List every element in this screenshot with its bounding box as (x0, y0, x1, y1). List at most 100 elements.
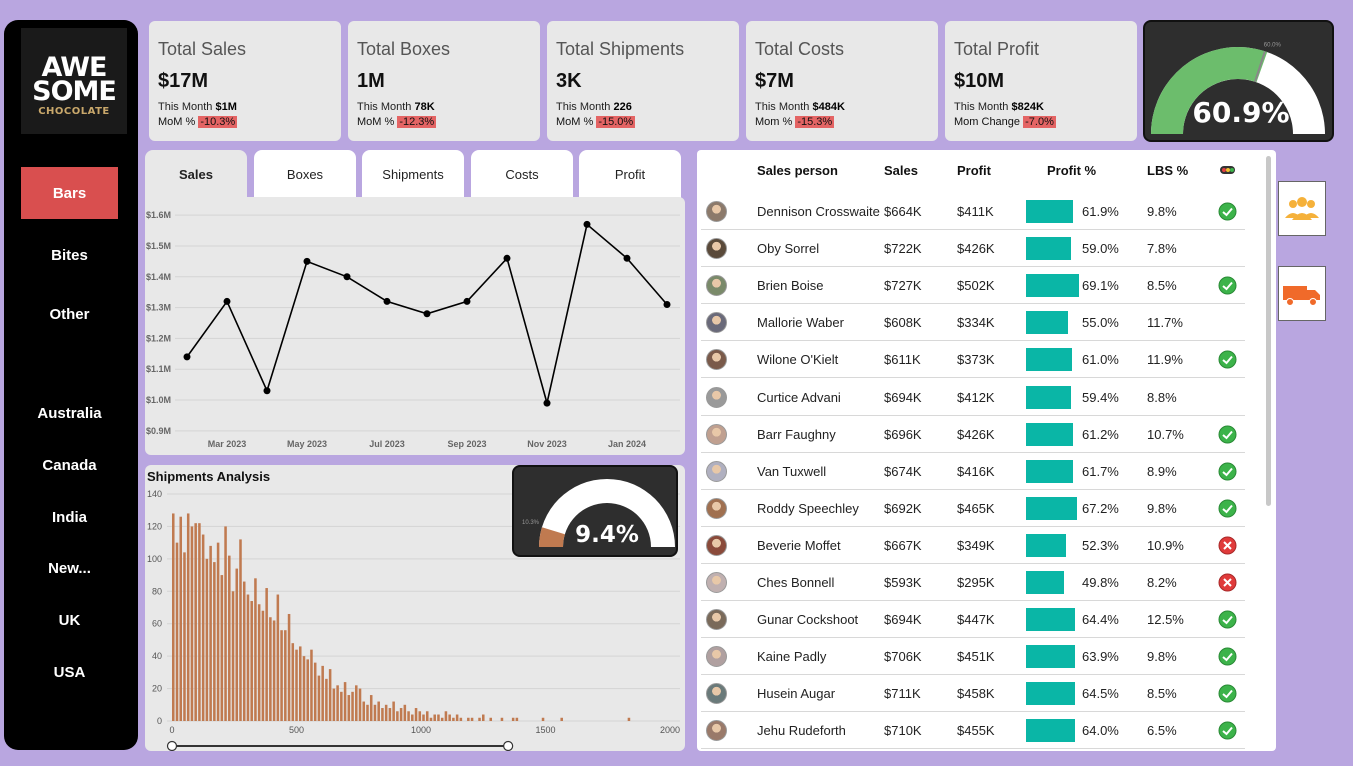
histogram-bar (261, 610, 265, 721)
profit-pct-value: 59.4% (1082, 389, 1119, 405)
x-tick-label: Jan 2024 (608, 439, 646, 449)
tab-costs[interactable]: Costs (471, 150, 573, 198)
sales-point (663, 301, 671, 309)
status-indicator (1218, 564, 1237, 601)
header-sales[interactable]: Sales (884, 150, 918, 190)
avatar (706, 460, 727, 482)
table-scrollbar[interactable] (1266, 156, 1271, 506)
histogram-bar (377, 701, 380, 721)
histogram-bar (414, 708, 418, 721)
histogram-bar (269, 617, 272, 721)
nav-new-zealand-button[interactable]: New... (21, 542, 118, 594)
histogram-bar (183, 552, 186, 721)
y-tick-label: $0.9M (146, 426, 171, 436)
table-row[interactable]: Ches Bonnell $593K $295K 49.8% 8.2% (697, 564, 1245, 601)
header-sales-person[interactable]: Sales person (757, 150, 838, 190)
table-row[interactable]: Roddy Speechley $692K $465K 67.2% 9.8% (697, 490, 1245, 527)
profit-pct-value: 61.7% (1082, 463, 1119, 479)
table-row[interactable]: Kaine Padly $706K $451K 63.9% 9.8% (697, 638, 1245, 676)
histogram-bar (396, 711, 399, 721)
table-row[interactable]: Curtice Advani $694K $412K 59.4% 8.8% (697, 379, 1245, 416)
histogram-bar (437, 714, 440, 721)
y-tick-label: 60 (152, 619, 162, 629)
table-row[interactable]: Oby Sorrel $722K $426K 59.0% 7.8% (697, 230, 1245, 268)
tab-boxes[interactable]: Boxes (254, 150, 356, 198)
header-lbs-pct[interactable]: LBS % (1147, 150, 1188, 190)
histogram-bar (216, 542, 220, 721)
tab-profit[interactable]: Profit (579, 150, 681, 198)
sales-point (423, 310, 431, 318)
table-row[interactable]: Beverie Moffet $667K $349K 52.3% 10.9% (697, 527, 1245, 564)
histogram-bar (298, 646, 302, 721)
nav-canada-button[interactable]: Canada (21, 439, 118, 491)
histogram-bar (224, 526, 227, 721)
profit-pct-value: 64.5% (1082, 686, 1119, 702)
histogram-bar (250, 601, 253, 721)
table-row[interactable]: Brien Boise $727K $502K 69.1% 8.5% (697, 267, 1245, 305)
truck-button[interactable] (1278, 266, 1326, 321)
histogram-bar (444, 711, 448, 721)
histogram-bar (194, 523, 197, 721)
nav-india-button[interactable]: India (21, 491, 118, 543)
sales-value: $706K (884, 649, 922, 665)
profit-value: $458K (957, 686, 995, 702)
kpi-change: MoM % -10.3% (158, 116, 341, 128)
table-row[interactable]: Gunar Cockshoot $694K $447K 64.4% 12.5% (697, 601, 1245, 639)
table-row[interactable]: Wilone O'Kielt $611K $373K 61.0% 11.9% (697, 341, 1245, 379)
histogram-bar (198, 523, 201, 721)
profit-pct-value: 67.2% (1082, 500, 1119, 516)
histogram-bar (295, 649, 298, 721)
histogram-bar (384, 704, 388, 721)
nav-other-button[interactable]: Other (21, 288, 118, 340)
header-status-icon (1220, 150, 1235, 190)
histogram-bar (411, 714, 414, 721)
people-button[interactable] (1278, 181, 1326, 236)
table-row[interactable]: Jehu Rudeforth $710K $455K 64.0% 6.5% (697, 712, 1245, 750)
table-row[interactable]: Husein Augar $711K $458K 64.5% 8.5% (697, 675, 1245, 713)
table-row[interactable]: Mallorie Waber $608K $334K 55.0% 11.7% (697, 304, 1245, 342)
status-indicator (1218, 416, 1237, 453)
x-tick-label: Mar 2023 (208, 439, 247, 449)
tab-shipments[interactable]: Shipments (362, 150, 464, 198)
sales-value: $667K (884, 537, 922, 553)
kpi-month: This Month 226 (556, 101, 739, 113)
range-slider-start-handle[interactable] (166, 740, 178, 751)
nav-usa-button[interactable]: USA (21, 646, 118, 698)
check-circle-icon (1218, 462, 1237, 481)
shipment-gauge: 10.3% 9.4% (512, 465, 678, 557)
histogram-bar (265, 588, 268, 721)
sales-person-name: Beverie Moffet (757, 537, 841, 553)
histogram-bar (627, 717, 631, 721)
tab-sales[interactable]: Sales (145, 150, 247, 198)
profit-pct-value: 52.3% (1082, 537, 1119, 553)
histogram-bar (433, 714, 436, 721)
lbs-pct-value: 8.5% (1147, 686, 1177, 702)
range-slider-end-handle[interactable] (503, 740, 514, 751)
avatar (706, 423, 727, 445)
nav-bars-button[interactable]: Bars (21, 167, 118, 219)
table-row[interactable]: Dennison Crosswaite $664K $411K 61.9% 9.8% (697, 193, 1245, 230)
kpi-month-label: This Month (357, 101, 412, 113)
kpi-month-label: This Month (954, 101, 1009, 113)
table-row[interactable]: Van Tuxwell $674K $416K 61.7% 8.9% (697, 453, 1245, 490)
sales-value: $611K (884, 352, 921, 368)
nav-bites-button[interactable]: Bites (21, 229, 118, 281)
profit-value: $465K (957, 500, 995, 516)
nav-australia-button[interactable]: Australia (21, 387, 118, 439)
lbs-pct-value: 8.2% (1147, 575, 1177, 590)
sales-value: $722K (884, 241, 922, 257)
header-profit-pct[interactable]: Profit % (1047, 150, 1096, 190)
logo-text-3: CHOCOLATE (38, 106, 110, 117)
table-row[interactable]: Barr Faughny $696K $426K 61.2% 10.7% (697, 416, 1245, 453)
sales-value: $710K (884, 723, 922, 739)
histogram-bar (366, 704, 369, 721)
header-profit[interactable]: Profit (957, 150, 991, 190)
profit-gauge: 60.0% 60.9% (1143, 20, 1334, 142)
kpi-change-value: -15.3% (795, 116, 835, 128)
check-circle-icon (1218, 647, 1237, 666)
kpi-change-value: -15.0% (596, 116, 636, 128)
nav-uk-button[interactable]: UK (21, 594, 118, 646)
y-tick-label: 0 (157, 716, 162, 726)
profit-pct-value: 59.0% (1082, 241, 1119, 257)
lbs-pct-value: 11.7% (1147, 315, 1183, 331)
